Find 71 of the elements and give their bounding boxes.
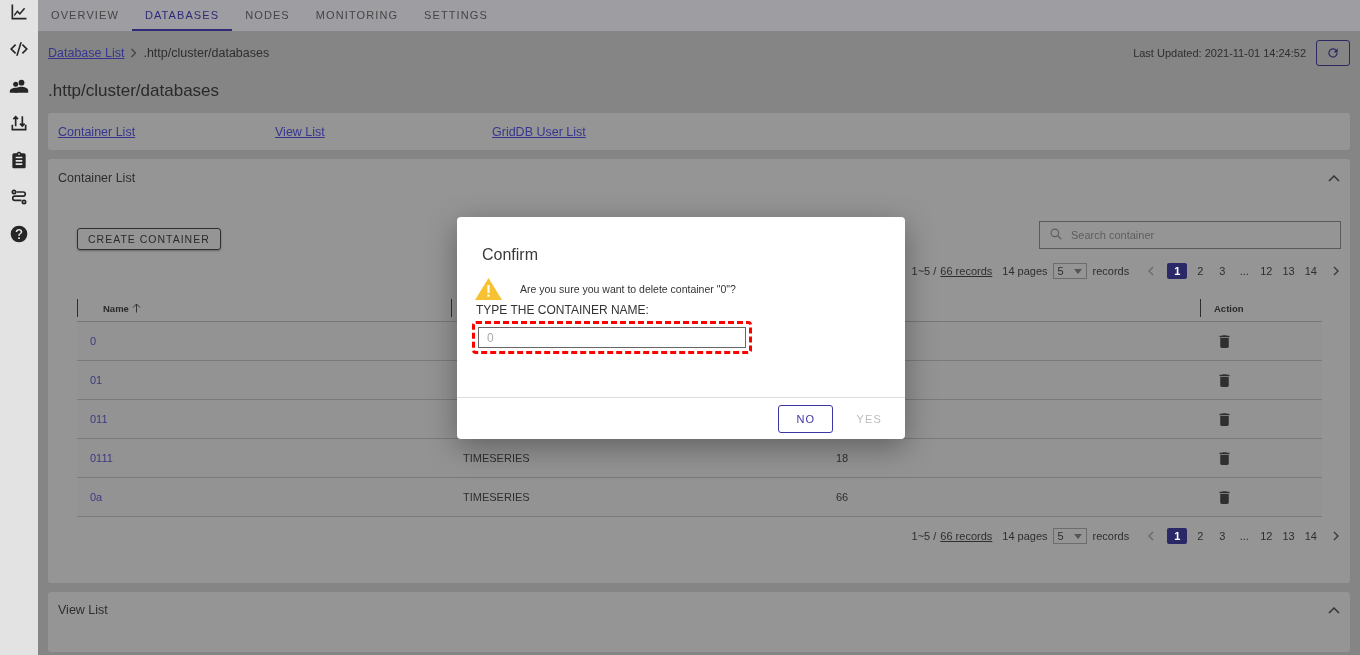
dropdown-icon <box>1073 533 1082 539</box>
field-label: TYPE THE CONTAINER NAME: <box>476 303 650 317</box>
table-cell: TIMESERIES <box>463 491 530 503</box>
panel-title: View List <box>58 603 108 617</box>
section-link[interactable]: Container List <box>58 124 275 139</box>
record-range: 1~5 / <box>911 265 937 277</box>
page-number[interactable]: 12 <box>1257 528 1276 544</box>
dialog-title: Confirm <box>482 246 539 264</box>
route-icon[interactable] <box>9 187 29 207</box>
records-link[interactable]: 66 records <box>940 530 993 542</box>
refresh-icon <box>1326 45 1340 60</box>
create-container-button[interactable]: CREATE CONTAINER <box>77 228 221 250</box>
page-number[interactable]: 3 <box>1213 528 1232 544</box>
records-label: records <box>1092 265 1130 277</box>
page-size-select[interactable]: 5 <box>1052 263 1087 279</box>
section-link[interactable]: GridDB User List <box>492 124 586 139</box>
chart-icon[interactable] <box>9 2 29 22</box>
page-count: 14 pages <box>1002 530 1048 542</box>
records-link[interactable]: 66 records <box>940 265 993 277</box>
column-header[interactable]: Action <box>1214 302 1244 314</box>
confirm-message: Are you sure you want to delete container "0"? <box>520 283 736 295</box>
chevron-up-icon[interactable] <box>1328 174 1340 182</box>
page-title: .http/cluster/databases <box>48 80 221 102</box>
container-name-link[interactable]: 0 <box>90 335 97 347</box>
container-name-link[interactable]: 01 <box>90 374 103 386</box>
page-number[interactable]: 14 <box>1301 528 1320 544</box>
last-updated-text: Last Updated: 2021-11-01 14:24:52 <box>1133 46 1306 59</box>
table-cell: TIMESERIES <box>463 452 530 464</box>
breadcrumb-link[interactable]: Database List <box>48 45 125 60</box>
tab[interactable]: SETTINGS <box>411 0 501 31</box>
table-cell: 66 <box>836 491 849 503</box>
breadcrumb-current: .http/cluster/databases <box>143 45 270 60</box>
container-name-link[interactable]: 011 <box>90 413 108 425</box>
refresh-button[interactable] <box>1316 39 1350 66</box>
tab[interactable]: OVERVIEW <box>38 0 132 31</box>
chevron-right-icon[interactable] <box>1332 266 1340 276</box>
page-number[interactable]: 2 <box>1191 528 1210 544</box>
section-link[interactable]: View List <box>275 124 492 139</box>
table-cell: 18 <box>836 452 849 464</box>
page-number[interactable]: 1 <box>1167 528 1188 544</box>
dropdown-icon <box>1073 268 1082 274</box>
help-icon[interactable] <box>9 224 29 244</box>
page-number[interactable]: 1 <box>1167 263 1188 279</box>
column-header[interactable]: Name <box>103 302 129 314</box>
page-number[interactable]: ... <box>1235 528 1254 544</box>
tab[interactable]: NODES <box>232 0 303 31</box>
page-size-select[interactable]: 5 <box>1052 528 1087 544</box>
container-name-link[interactable]: 0111 <box>90 452 113 464</box>
page-number[interactable]: ... <box>1235 263 1254 279</box>
panel-title: Container List <box>58 171 136 185</box>
page-number[interactable]: 12 <box>1257 263 1276 279</box>
page-number[interactable]: 14 <box>1301 263 1320 279</box>
clipboard-icon[interactable] <box>9 150 29 170</box>
chevron-right-icon <box>130 47 138 58</box>
search-icon <box>1049 226 1063 241</box>
dialog-button[interactable]: NO <box>778 404 834 433</box>
tab[interactable]: MONITORING <box>302 0 412 31</box>
name-input-field[interactable]: 0 <box>478 327 746 348</box>
records-label: records <box>1092 530 1130 542</box>
transfer-icon[interactable] <box>9 113 29 133</box>
code-icon[interactable] <box>9 39 29 59</box>
page-number[interactable]: 13 <box>1279 528 1298 544</box>
page-number[interactable]: 2 <box>1191 263 1210 279</box>
chevron-up-icon[interactable] <box>1328 606 1340 614</box>
page-number[interactable]: 13 <box>1279 263 1298 279</box>
page-count: 14 pages <box>1002 265 1048 277</box>
page-number[interactable]: 3 <box>1213 263 1232 279</box>
warning-icon <box>475 278 502 300</box>
container-name-link[interactable]: 0a <box>90 491 103 503</box>
record-range: 1~5 / <box>911 530 937 542</box>
chevron-right-icon[interactable] <box>1332 531 1340 541</box>
